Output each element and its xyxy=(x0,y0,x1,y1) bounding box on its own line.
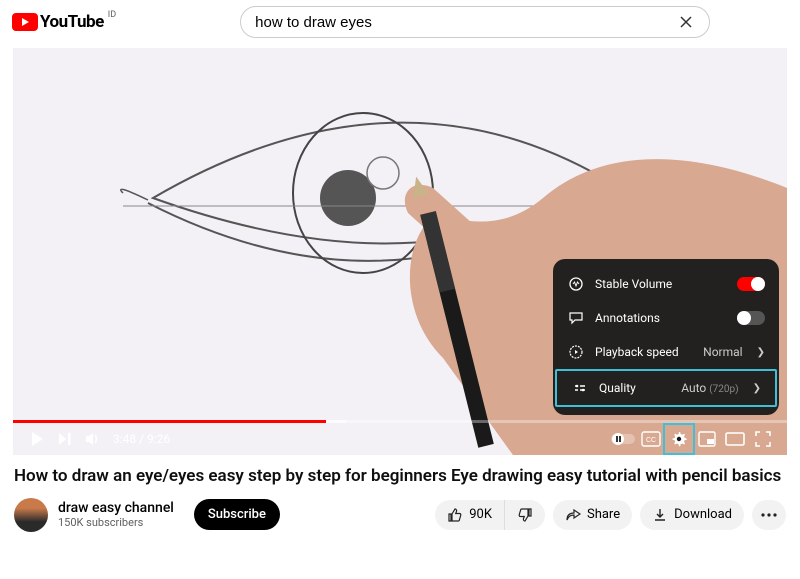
subscribe-button[interactable]: Subscribe xyxy=(194,499,280,530)
autoplay-toggle[interactable] xyxy=(609,425,637,453)
toggle-stable-volume[interactable] xyxy=(737,277,765,291)
channel-info[interactable]: draw easy channel 150K subscribers xyxy=(58,500,174,529)
video-title: How to draw an eye/eyes easy step by ste… xyxy=(14,465,786,488)
toggle-annotations[interactable] xyxy=(737,311,765,325)
captions-button[interactable]: CC xyxy=(637,425,665,453)
share-icon xyxy=(565,507,581,523)
more-actions-button[interactable] xyxy=(752,500,786,530)
logo-text: YouTube xyxy=(40,12,104,32)
menu-quality[interactable]: Quality Auto (720p) ❯ xyxy=(555,369,777,407)
youtube-icon xyxy=(12,13,38,31)
download-label: Download xyxy=(674,507,732,522)
channel-name: draw easy channel xyxy=(58,500,174,516)
time-display: 3:48 / 9:26 xyxy=(113,432,170,446)
logo-region: ID xyxy=(108,10,116,20)
download-icon xyxy=(652,507,668,523)
share-button[interactable]: Share xyxy=(553,500,632,530)
svg-text:CC: CC xyxy=(646,437,656,444)
menu-stable-volume[interactable]: Stable Volume xyxy=(553,267,779,301)
quality-icon xyxy=(571,380,589,396)
menu-playback-speed[interactable]: Playback speed Normal ❯ xyxy=(553,335,779,369)
search-input[interactable] xyxy=(255,14,677,31)
menu-label: Playback speed xyxy=(595,345,693,359)
header: YouTube ID xyxy=(0,0,800,44)
youtube-logo[interactable]: YouTube ID xyxy=(12,12,114,32)
meta-row: draw easy channel 150K subscribers Subsc… xyxy=(0,494,800,536)
fullscreen-button[interactable] xyxy=(749,425,777,453)
settings-button[interactable] xyxy=(665,425,693,453)
download-button[interactable]: Download xyxy=(640,500,744,530)
volume-button[interactable] xyxy=(79,425,107,453)
chevron-right-icon: ❯ xyxy=(753,383,761,394)
menu-label: Annotations xyxy=(595,311,727,325)
channel-avatar[interactable] xyxy=(14,498,48,532)
theater-button[interactable] xyxy=(721,425,749,453)
like-button[interactable]: 90K xyxy=(435,500,504,530)
search-bar[interactable] xyxy=(240,6,710,38)
annotations-icon xyxy=(567,310,585,326)
settings-menu: Stable Volume Annotations Playback speed… xyxy=(553,259,779,415)
menu-annotations[interactable]: Annotations xyxy=(553,301,779,335)
thumbs-up-icon xyxy=(447,507,463,523)
clear-search-icon[interactable] xyxy=(677,13,695,31)
more-icon xyxy=(761,513,777,517)
stable-volume-icon xyxy=(567,276,585,292)
share-label: Share xyxy=(587,507,620,522)
action-bar: 90K Share Download xyxy=(435,500,786,530)
play-button[interactable] xyxy=(23,425,51,453)
thumbs-down-icon xyxy=(517,507,533,523)
playback-speed-icon xyxy=(567,344,585,360)
menu-label: Quality xyxy=(599,381,671,395)
menu-value: Auto (720p) xyxy=(681,381,738,395)
like-count: 90K xyxy=(469,507,492,522)
menu-label: Stable Volume xyxy=(595,277,727,291)
dislike-button[interactable] xyxy=(504,500,545,530)
menu-value: Normal xyxy=(703,345,742,359)
video-player[interactable]: Stable Volume Annotations Playback speed… xyxy=(13,48,787,455)
miniplayer-button[interactable] xyxy=(693,425,721,453)
chevron-right-icon: ❯ xyxy=(757,347,765,358)
channel-subs: 150K subscribers xyxy=(58,516,174,529)
player-controls: 3:48 / 9:26 CC xyxy=(13,423,787,455)
next-button[interactable] xyxy=(51,425,79,453)
